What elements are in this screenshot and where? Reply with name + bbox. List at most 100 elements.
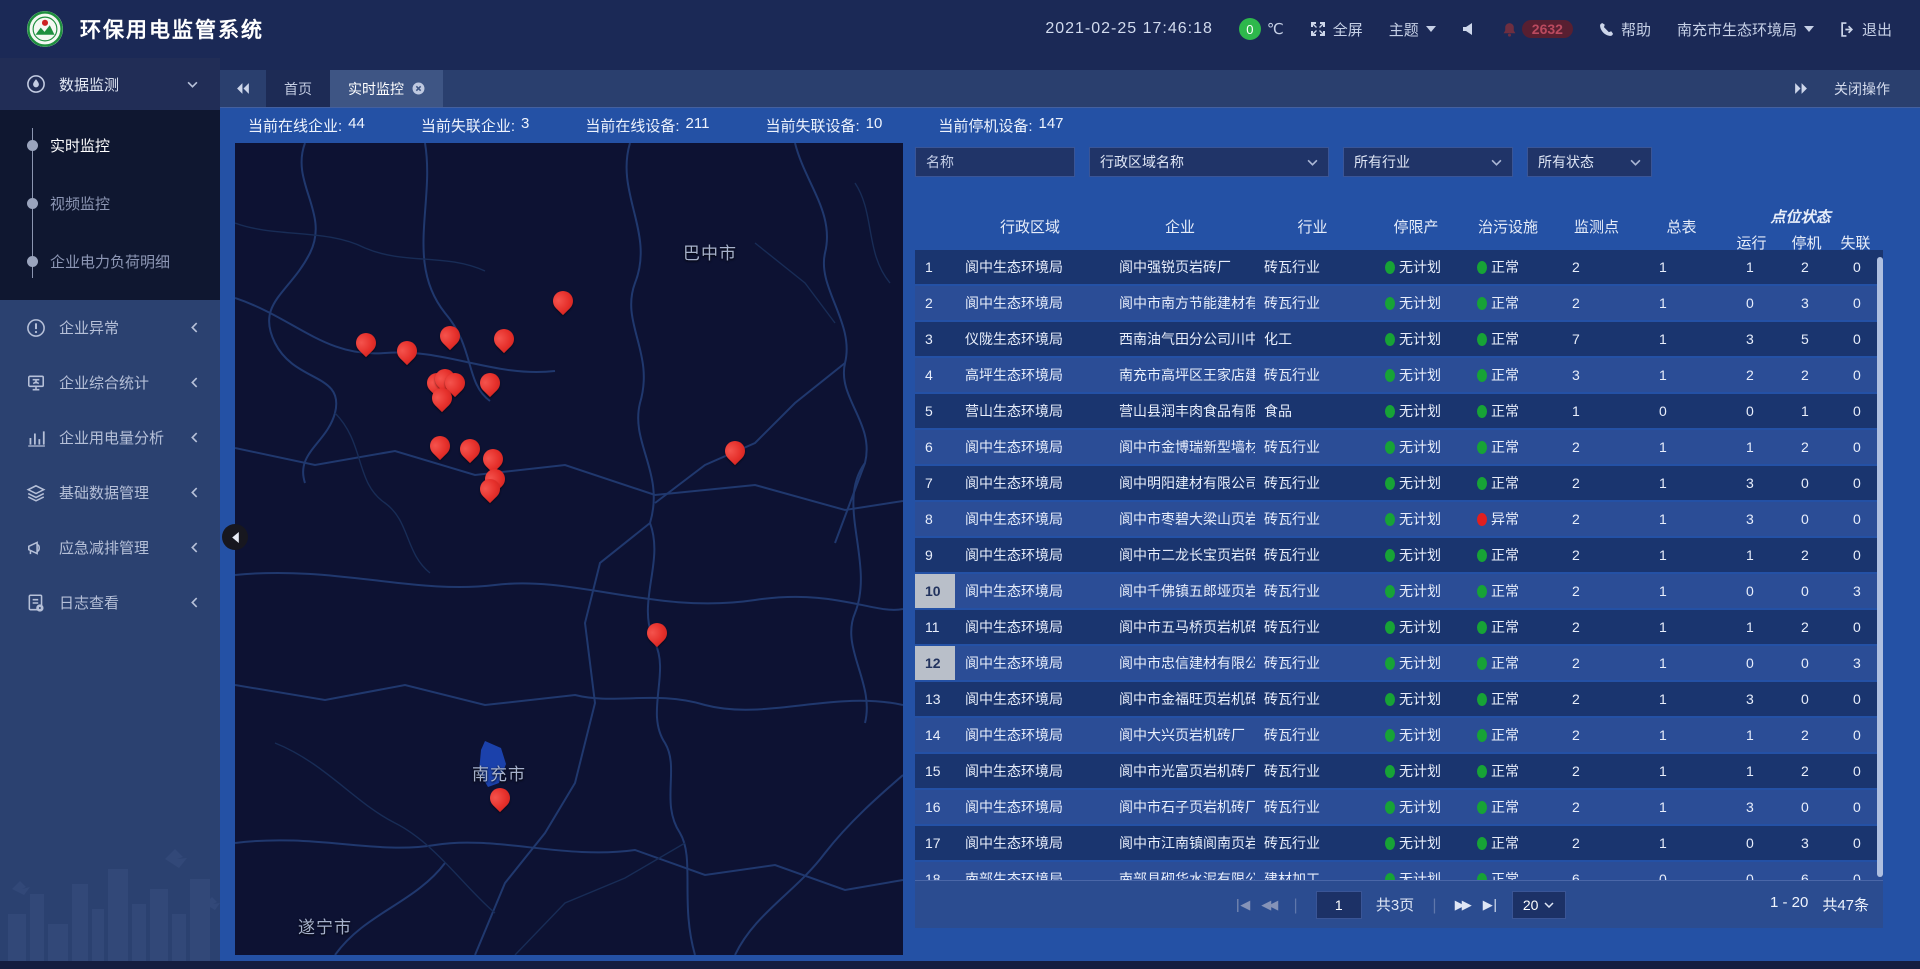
table-row[interactable]: 3 仪陇生态环境局 西南油气田分公司川中 化工 无计划 正常 7 1 3 5 0 [915,322,1883,358]
row-industry: 砖瓦行业 [1255,257,1370,277]
tabs-scroll-left-button[interactable] [220,70,266,107]
row-run-count: 3 [1724,691,1779,707]
row-facility-status: 正常 [1462,365,1554,385]
sidebar-item-power-analysis[interactable]: 企业用电量分析 [0,410,220,465]
tab-realtime-monitor[interactable]: 实时监控 [330,70,443,107]
prev-page-button[interactable]: ◀◀ [1261,897,1275,913]
tab-close-icon[interactable] [412,82,425,95]
table-row[interactable]: 18 南部生态环境局 南部县砌华水泥有限公 建材加工 无计划 正常 6 0 0 … [915,862,1883,880]
submenu-dot-icon [27,198,38,209]
region-select[interactable]: 行政区域名称 [1089,147,1329,177]
table-row[interactable]: 6 阆中生态环境局 阆中市金博瑞新型墙材 砖瓦行业 无计划 正常 2 1 1 2… [915,430,1883,466]
row-company: 营山县润丰肉食品有限 [1105,401,1255,421]
row-company: 阆中市南方节能建材有 [1105,293,1255,313]
sidebar-item-realtime-monitor[interactable]: 实时监控 [0,116,220,174]
status-select[interactable]: 所有状态 [1527,147,1652,177]
chevron-left-icon [191,597,198,608]
row-halt-count: 0 [1779,475,1834,491]
page-size-select[interactable]: 20 [1512,891,1566,919]
logout-button[interactable]: 退出 [1840,19,1892,40]
topbar-right-cluster: 2021-02-25 17:46:18 0 ℃ 全屏 主题 [1045,18,1920,40]
row-industry: 砖瓦行业 [1255,545,1370,565]
row-index: 7 [915,466,955,500]
table-row[interactable]: 13 阆中生态环境局 阆中市金福旺页岩机砖 砖瓦行业 无计划 正常 2 1 3 … [915,682,1883,718]
table-row[interactable]: 14 阆中生态环境局 阆中大兴页岩机砖厂 砖瓦行业 无计划 正常 2 1 1 2… [915,718,1883,754]
row-halt-count: 0 [1779,691,1834,707]
fullscreen-icon [1310,21,1326,37]
table-scrollbar[interactable] [1877,257,1883,877]
sidebar: 数据监测 实时监控 视频监控 企业电力负荷明细 [0,58,220,969]
row-region: 南部生态环境局 [955,869,1105,880]
status-dot-icon [1477,801,1487,814]
help-button[interactable]: 帮助 [1599,19,1651,40]
app-root: 环保用电监管系统 2021-02-25 17:46:18 0 ℃ 全屏 主题 [0,0,1920,969]
org-dropdown[interactable]: 南充市生态环境局 [1677,19,1814,40]
table-row[interactable]: 7 阆中生态环境局 阆中明阳建材有限公司 砖瓦行业 无计划 正常 2 1 3 0… [915,466,1883,502]
col-header-lost: 失联 [1834,232,1877,253]
row-region: 阆中生态环境局 [955,437,1105,457]
status-dot-icon [1477,765,1487,778]
map-collapse-button[interactable] [222,524,248,550]
name-search-input[interactable] [915,147,1075,177]
table-row[interactable]: 2 阆中生态环境局 阆中市南方节能建材有 砖瓦行业 无计划 正常 2 1 0 3… [915,286,1883,322]
status-dot-icon [1385,297,1395,310]
tabs-scroll-right-button[interactable] [1793,83,1808,94]
speaker-icon [1462,22,1476,36]
last-page-button[interactable]: ▶❘ [1483,897,1498,913]
mute-button[interactable] [1462,22,1476,36]
sidebar-item-enterprise-abnormal[interactable]: 企业异常 [0,300,220,355]
temperature-unit: ℃ [1267,20,1284,38]
sidebar-item-emergency-reduction[interactable]: 应急减排管理 [0,520,220,575]
row-index: 10 [915,574,955,608]
row-industry: 建材加工 [1255,869,1370,880]
row-industry: 砖瓦行业 [1255,473,1370,493]
industry-select[interactable]: 所有行业 [1343,147,1513,177]
sidebar-submenu-data-monitor: 实时监控 视频监控 企业电力负荷明细 [0,110,220,300]
row-monitor-count: 2 [1554,619,1639,635]
chevron-down-icon [1479,159,1502,166]
theme-dropdown[interactable]: 主题 [1389,19,1436,40]
page-number-input[interactable] [1316,891,1362,919]
next-page-button[interactable]: ▶▶ [1455,897,1469,913]
first-page-button[interactable]: ❘◀ [1232,897,1247,913]
row-lost-count: 0 [1834,295,1877,311]
table-row[interactable]: 9 阆中生态环境局 阆中市二龙长宝页岩砖 砖瓦行业 无计划 正常 2 1 1 2… [915,538,1883,574]
table-row[interactable]: 10 阆中生态环境局 阆中千佛镇五郎垭页岩 砖瓦行业 无计划 正常 2 1 0 … [915,574,1883,610]
datetime-display: 2021-02-25 17:46:18 [1045,20,1213,38]
tab-home[interactable]: 首页 [266,70,330,107]
chevron-down-icon [187,81,198,88]
table-row[interactable]: 8 阆中生态环境局 阆中市枣碧大梁山页岩 砖瓦行业 无计划 异常 2 1 3 0… [915,502,1883,538]
table-row[interactable]: 5 营山生态环境局 营山县润丰肉食品有限 食品 无计划 正常 1 0 0 1 0 [915,394,1883,430]
table-row[interactable]: 15 阆中生态环境局 阆中市光富页岩机砖厂 砖瓦行业 无计划 正常 2 1 1 … [915,754,1883,790]
map-panel[interactable]: 巴中市南充市遂宁市 [235,143,903,955]
fullscreen-button[interactable]: 全屏 [1310,19,1363,40]
table-row[interactable]: 4 高坪生态环境局 南充市高坪区王家店建 砖瓦行业 无计划 正常 3 1 2 2… [915,358,1883,394]
table-row[interactable]: 17 阆中生态环境局 阆中市江南镇阆南页岩 砖瓦行业 无计划 正常 2 1 0 … [915,826,1883,862]
row-stop-status: 无计划 [1370,581,1462,601]
row-monitor-count: 2 [1554,655,1639,671]
row-halt-count: 3 [1779,835,1834,851]
row-halt-count: 2 [1779,547,1834,563]
status-dot-icon [1385,801,1395,814]
close-operations-button[interactable]: 关闭操作 [1834,79,1890,99]
table-row[interactable]: 16 阆中生态环境局 阆中市石子页岩机砖厂 砖瓦行业 无计划 正常 2 1 3 … [915,790,1883,826]
sidebar-item-base-data[interactable]: 基础数据管理 [0,465,220,520]
row-monitor-count: 2 [1554,691,1639,707]
status-dot-icon [1385,261,1395,274]
table-row[interactable]: 12 阆中生态环境局 阆中市忠信建材有限公 砖瓦行业 无计划 正常 2 1 0 … [915,646,1883,682]
table-row[interactable]: 1 阆中生态环境局 阆中强锐页岩砖厂 砖瓦行业 无计划 正常 2 1 1 2 0 [915,250,1883,286]
notification-area[interactable]: 2632 [1502,20,1573,38]
table-row[interactable]: 11 阆中生态环境局 阆中市五马桥页岩机砖 砖瓦行业 无计划 正常 2 1 1 … [915,610,1883,646]
sidebar-item-enterprise-stats[interactable]: 企业综合统计 [0,355,220,410]
filter-row: 行政区域名称 所有行业 所有状态 [915,147,1883,177]
sidebar-item-data-monitor[interactable]: 数据监测 [0,58,220,110]
sidebar-item-power-load-detail[interactable]: 企业电力负荷明细 [0,232,220,290]
row-meter-count: 1 [1639,619,1724,635]
row-region: 阆中生态环境局 [955,509,1105,529]
row-index: 15 [915,754,955,788]
header-shadow-strip [220,58,1920,70]
col-header-company: 企业 [1105,216,1255,237]
sidebar-item-log-view[interactable]: 日志查看 [0,575,220,630]
sidebar-item-video-monitor[interactable]: 视频监控 [0,174,220,232]
row-run-count: 1 [1724,727,1779,743]
